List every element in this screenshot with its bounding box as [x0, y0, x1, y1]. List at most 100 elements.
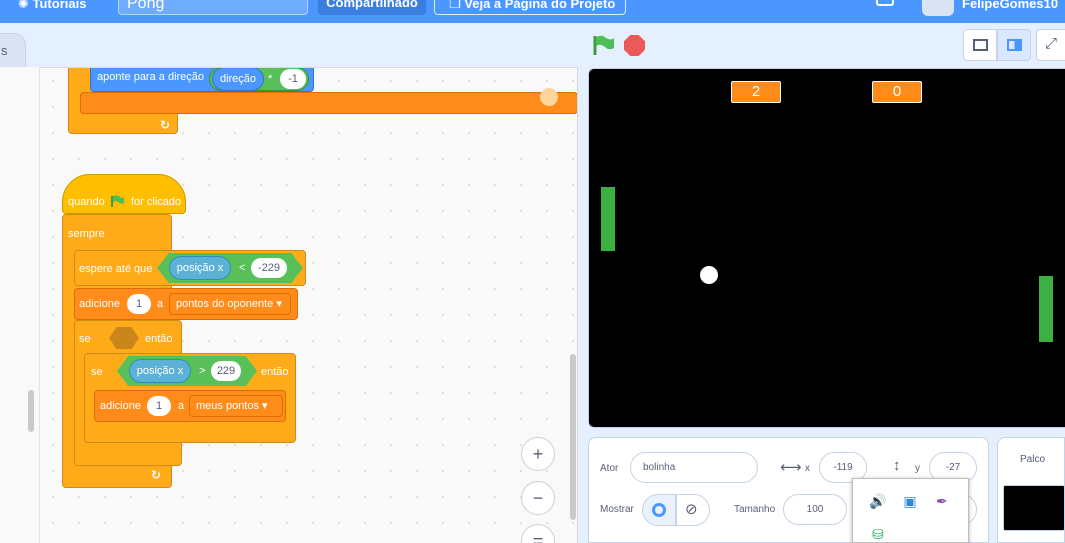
then-inner-label: então: [261, 366, 289, 378]
small-stage-button[interactable]: [963, 29, 997, 61]
loop-arrow-icon-2: ↻: [151, 468, 162, 482]
see-project-label: Veja a Página do Projeto: [464, 0, 616, 11]
direction-multiplier-input[interactable]: -1: [280, 69, 306, 89]
size-value: 100: [806, 504, 824, 515]
empty-condition-slot[interactable]: [109, 327, 139, 349]
stage-label: Palco: [1020, 454, 1046, 465]
my-points-variable-label: meus pontos: [196, 400, 259, 412]
menu-bar: ✺ Tutoriais Pong Compartilhado ❐ Veja a …: [0, 0, 1065, 23]
zoom-in-button[interactable]: +: [521, 437, 555, 471]
green-flag-button[interactable]: [592, 35, 616, 55]
y-value: -27: [945, 462, 961, 473]
x-value: -119: [833, 462, 853, 473]
zoom-in-icon: +: [532, 444, 544, 464]
left-paddle: [601, 187, 615, 251]
vertical-arrows-icon: ↕: [893, 457, 901, 474]
when-flag-clicked-hat[interactable]: quando for clicado: [62, 174, 186, 214]
my-points-variable-dropdown[interactable]: meus pontos ▾: [189, 395, 283, 417]
see-project-page-button[interactable]: ❐ Veja a Página do Projeto: [434, 0, 626, 15]
change-mine-value-input[interactable]: 1: [147, 396, 171, 416]
left-score-display: 2: [731, 81, 781, 103]
green-flag-icon: [111, 195, 125, 207]
opponent-variable-label: pontos do oponente: [176, 298, 274, 310]
direction-reporter[interactable]: direção: [212, 68, 264, 91]
forever-label: sempre: [68, 228, 105, 240]
username-menu[interactable]: FelipeGomes10: [962, 0, 1058, 16]
zoom-reset-button[interactable]: =: [521, 524, 555, 543]
tutorials-menu[interactable]: ✺ Tutoriais: [18, 0, 86, 16]
stage[interactable]: 2 0: [588, 68, 1065, 428]
wait-until-label: espere até que: [79, 263, 153, 275]
less-than-symbol: <: [239, 262, 246, 274]
stop-button[interactable]: [624, 35, 645, 56]
stage-selector-pane[interactable]: Palco: [997, 437, 1065, 543]
zoom-out-icon: −: [532, 488, 544, 508]
x-position-reporter[interactable]: posição x: [169, 256, 231, 280]
y-label: y: [915, 463, 920, 474]
opponent-variable-dropdown[interactable]: pontos do oponente ▾: [169, 293, 291, 315]
show-sprite-button[interactable]: [642, 494, 676, 526]
right-score-display: 0: [872, 81, 922, 103]
change-my-score-block[interactable]: adicione 1 a meus pontos ▾: [94, 390, 286, 422]
change-opponent-value-input[interactable]: 1: [127, 294, 151, 314]
palette-scrollbar[interactable]: [28, 390, 34, 432]
block-palette: [0, 67, 40, 543]
point-in-direction-block[interactable]: aponte para a direção direção * -1: [90, 68, 314, 92]
normal-stage-button[interactable]: [997, 29, 1031, 61]
then-label: então: [145, 333, 173, 345]
avatar[interactable]: [922, 0, 954, 16]
small-stage-icon: [973, 39, 988, 51]
eye-icon: [652, 503, 666, 517]
sprite-label: Ator: [600, 463, 619, 474]
folder-icon[interactable]: [876, 0, 894, 6]
to-label-2: a: [178, 400, 185, 412]
project-title-input[interactable]: Pong: [118, 0, 308, 15]
stage-thumbnail[interactable]: [1003, 485, 1065, 531]
hide-sprite-button[interactable]: ⊘: [676, 494, 710, 526]
code-area[interactable]: aponte para a direção direção * -1 ↻ qua…: [40, 67, 578, 543]
greater-than-operator[interactable]: posição x > 229: [117, 356, 257, 386]
x-label: x: [805, 463, 810, 474]
share-button[interactable]: Compartilhado: [318, 0, 426, 15]
to-label: a: [157, 298, 164, 310]
if-value-input[interactable]: 229: [211, 361, 241, 381]
code-area-scrollbar[interactable]: [570, 354, 576, 520]
tab-costumes[interactable]: s: [0, 33, 26, 67]
change-label: adicione: [79, 298, 120, 310]
orange-bar-block[interactable]: [80, 92, 577, 114]
zoom-out-button[interactable]: −: [521, 481, 555, 515]
size-label: Tamanho: [734, 504, 776, 515]
show-label: Mostrar: [600, 504, 634, 515]
pen-icon[interactable]: ✒: [932, 491, 952, 511]
if-label: se: [79, 333, 91, 345]
normal-stage-icon: [1007, 39, 1022, 51]
multiply-operator[interactable]: direção * -1: [209, 68, 309, 91]
ball: [700, 266, 718, 284]
horizontal-arrows-icon: ⟷: [780, 459, 802, 476]
project-page-icon: ❐: [449, 0, 465, 11]
tutorials-label: Tutoriais: [32, 0, 87, 11]
x-position-reporter-2[interactable]: posição x: [129, 359, 191, 383]
less-than-operator[interactable]: posição x < -229: [157, 253, 303, 283]
change-opponent-score-block[interactable]: adicione 1 a pontos do oponente ▾: [74, 288, 298, 320]
wait-until-block[interactable]: espere até que posição x < -229: [74, 250, 306, 286]
usb-icon[interactable]: ⛁: [868, 524, 888, 543]
when-label: quando: [68, 196, 105, 208]
right-paddle: [1039, 276, 1053, 342]
eye-off-icon: ⊘: [685, 501, 698, 518]
greater-than-symbol: >: [199, 365, 206, 377]
sprite-name-input[interactable]: bolinha: [630, 452, 758, 483]
fullscreen-button[interactable]: ⤢: [1036, 29, 1065, 61]
speaker-icon[interactable]: 🔊: [868, 491, 888, 511]
fullscreen-icon: ⤢: [1045, 35, 1058, 52]
system-tray-popup: 🔊 ▣ ✒ ⛁: [852, 478, 969, 543]
size-input[interactable]: 100: [783, 494, 847, 525]
sprite-name-value: bolinha: [643, 462, 676, 473]
wait-value-input[interactable]: -229: [251, 258, 287, 278]
point-direction-label: aponte para a direção: [97, 71, 205, 83]
clicked-label: for clicado: [131, 196, 182, 208]
network-icon[interactable]: ▣: [900, 491, 920, 511]
lightbulb-icon: ✺: [18, 0, 33, 11]
orange-bar-knob: [540, 88, 558, 106]
if-inner-label: se: [91, 366, 103, 378]
